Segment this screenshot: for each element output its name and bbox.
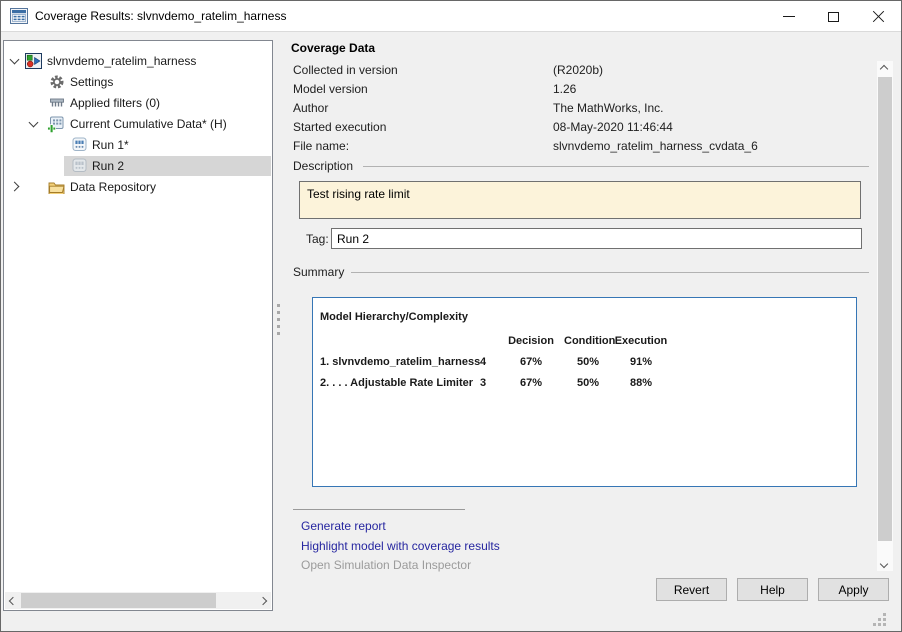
tree-item-label: Data Repository <box>70 180 156 194</box>
simulink-model-icon <box>25 53 42 69</box>
results-tree-panel: slvnvdemo_ratelim_harness Settings Appli… <box>3 40 273 611</box>
close-icon <box>872 10 885 23</box>
tree-item-label: Run 1* <box>92 138 129 152</box>
tree-item-label: slvnvdemo_ratelim_harness <box>47 54 196 68</box>
title-bar[interactable]: Coverage Results: slvnvdemo_ratelim_harn… <box>1 1 901 32</box>
tree-item-current-cumulative-data[interactable]: Current Cumulative Data* (H) <box>4 114 271 134</box>
summary-header-row: Decision Condition Execution <box>320 335 856 347</box>
column-header-decision: Decision <box>498 335 564 347</box>
column-header-execution: Execution <box>612 335 670 347</box>
group-divider <box>363 166 869 167</box>
row-name: 1. slvnvdemo_ratelim_harness <box>320 356 468 368</box>
cumulative-data-icon <box>47 116 64 133</box>
tree-item-run-2[interactable]: Run 2 <box>4 156 271 176</box>
resize-grip[interactable] <box>873 613 876 616</box>
tree-item-label: Current Cumulative Data* (H) <box>70 117 227 131</box>
row-decision: 67% <box>498 377 564 389</box>
column-header-condition: Condition <box>564 335 612 347</box>
highlight-model-link[interactable]: Highlight model with coverage results <box>301 539 500 553</box>
chevron-right-icon[interactable] <box>10 182 20 192</box>
description-textarea[interactable] <box>299 181 861 219</box>
scrollbar-thumb[interactable] <box>878 77 892 541</box>
close-button[interactable] <box>856 1 901 32</box>
field-value: 08-May-2020 11:46:44 <box>553 120 673 134</box>
tree-item-data-repository[interactable]: Data Repository <box>4 177 271 197</box>
row-execution: 91% <box>612 356 670 368</box>
field-label: Started execution <box>293 120 386 134</box>
field-value: slvnvdemo_ratelim_harness_cvdata_6 <box>553 139 758 153</box>
apply-button[interactable]: Apply <box>818 578 889 601</box>
row-complexity: 3 <box>468 377 498 389</box>
scrollbar-thumb[interactable] <box>21 593 216 608</box>
row-execution: 88% <box>612 377 670 389</box>
links-divider <box>293 509 465 510</box>
panel-splitter-handle[interactable] <box>277 304 280 307</box>
summary-report-panel: Model Hierarchy/Complexity Decision Cond… <box>312 297 857 487</box>
summary-group-label: Summary <box>293 265 344 279</box>
gear-icon <box>49 74 65 90</box>
tree-horizontal-scrollbar[interactable] <box>5 592 271 609</box>
field-value: 1.26 <box>553 82 576 96</box>
coverage-data-heading: Coverage Data <box>291 41 375 55</box>
field-value: (R2020b) <box>553 63 603 77</box>
row-condition: 50% <box>564 377 612 389</box>
coverage-results-window: Coverage Results: slvnvdemo_ratelim_harn… <box>0 0 902 632</box>
help-button[interactable]: Help <box>737 578 808 601</box>
tree-item-label: Run 2 <box>92 159 124 173</box>
tree-item-run-1[interactable]: Run 1* <box>4 135 271 155</box>
window-title: Coverage Results: slvnvdemo_ratelim_harn… <box>35 9 286 23</box>
description-group-label: Description <box>293 159 353 173</box>
chevron-down-icon[interactable] <box>10 55 20 65</box>
panel-vertical-scrollbar[interactable] <box>877 61 893 571</box>
folder-icon <box>48 181 65 194</box>
scroll-up-icon[interactable] <box>880 65 888 73</box>
field-label: File name: <box>293 139 349 153</box>
tag-label: Tag: <box>306 232 329 246</box>
field-label: Model version <box>293 82 368 96</box>
run-icon <box>72 137 87 152</box>
scroll-left-icon[interactable] <box>9 597 17 605</box>
summary-table-row: 2. . . . Adjustable Rate Limiter 3 67% 5… <box>320 377 856 389</box>
coverage-table-icon <box>10 8 28 24</box>
tree-item-settings[interactable]: Settings <box>4 72 271 92</box>
summary-table-title: Model Hierarchy/Complexity <box>320 311 856 323</box>
generate-report-link[interactable]: Generate report <box>301 519 386 533</box>
tree-item-model-root[interactable]: slvnvdemo_ratelim_harness <box>4 51 271 71</box>
field-label: Author <box>293 101 328 115</box>
row-name: 2. . . . Adjustable Rate Limiter <box>320 377 468 389</box>
tree-item-label: Applied filters (0) <box>70 96 160 110</box>
minimize-icon <box>783 16 795 17</box>
chevron-down-icon[interactable] <box>29 118 39 128</box>
group-divider <box>351 272 869 273</box>
row-complexity: 4 <box>468 356 498 368</box>
field-label: Collected in version <box>293 63 398 77</box>
revert-button[interactable]: Revert <box>656 578 727 601</box>
tree-item-label: Settings <box>70 75 113 89</box>
summary-table-row: 1. slvnvdemo_ratelim_harness 4 67% 50% 9… <box>320 356 856 368</box>
maximize-button[interactable] <box>811 1 856 32</box>
filter-icon <box>49 95 65 111</box>
field-value: The MathWorks, Inc. <box>553 101 663 115</box>
tag-input[interactable] <box>331 228 862 249</box>
scroll-right-icon[interactable] <box>259 597 267 605</box>
row-condition: 50% <box>564 356 612 368</box>
minimize-button[interactable] <box>766 1 811 32</box>
tree-item-applied-filters[interactable]: Applied filters (0) <box>4 93 271 113</box>
maximize-icon <box>828 12 839 22</box>
run-icon <box>72 158 87 173</box>
open-sdi-link: Open Simulation Data Inspector <box>301 558 471 572</box>
scroll-down-icon[interactable] <box>880 560 888 568</box>
row-decision: 67% <box>498 356 564 368</box>
